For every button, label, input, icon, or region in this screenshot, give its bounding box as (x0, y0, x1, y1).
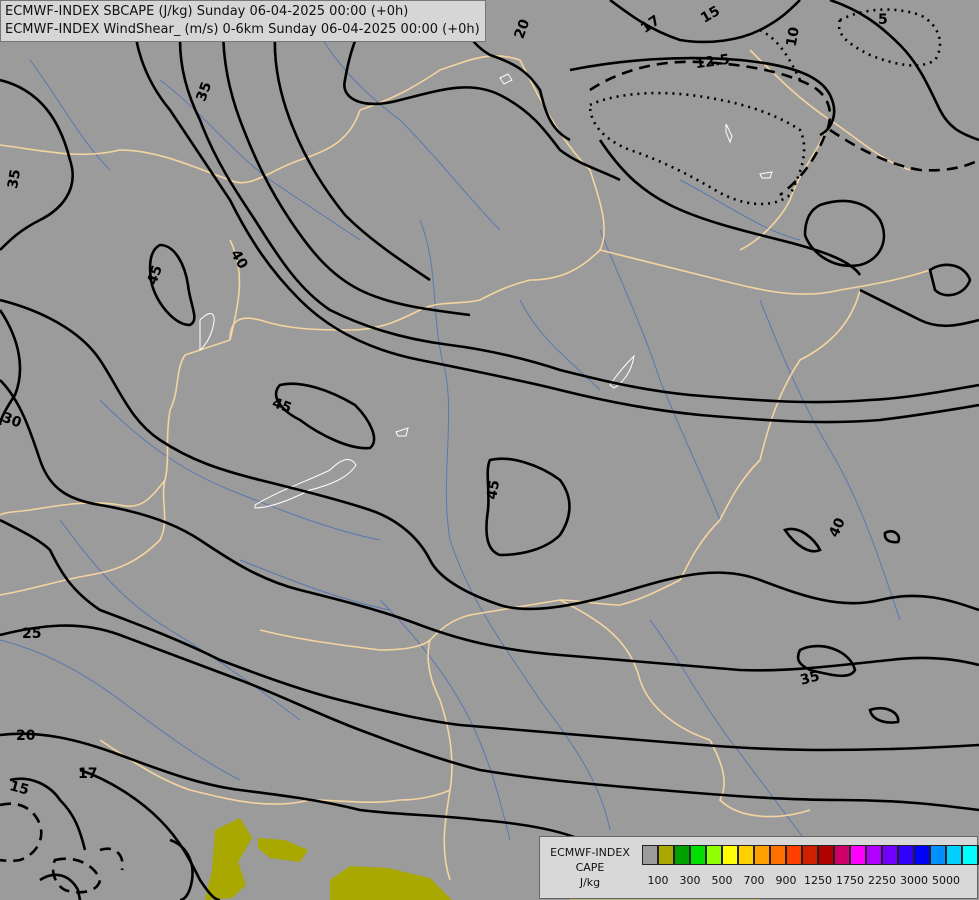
contour-label: 20 (16, 728, 36, 744)
legend-swatch (930, 845, 946, 865)
legend-swatch (770, 845, 786, 865)
legend-swatch (866, 845, 882, 865)
windshear-contours (0, 0, 979, 900)
legend-tick-label: 5000 (932, 874, 960, 887)
legend-swatch (850, 845, 866, 865)
lakes (199, 73, 773, 509)
legend-swatch (722, 845, 738, 865)
legend-tick-label: 900 (775, 874, 797, 887)
contour-label: 5 (878, 12, 888, 28)
legend-tick-label: 3000 (900, 874, 928, 887)
legend-tick-label: 1250 (804, 874, 832, 887)
legend-tick-label: 500 (711, 874, 733, 887)
cape-legend: ECMWF-INDEX CAPE J/kg 100 300 500 700 900 125… (539, 836, 979, 899)
contour-label: 17 (78, 766, 97, 782)
legend-swatch (754, 845, 770, 865)
legend-swatch (898, 845, 914, 865)
legend-swatch (914, 845, 930, 865)
rivers (0, 0, 901, 861)
cape-area-2 (258, 838, 308, 862)
legend-swatch (818, 845, 834, 865)
legend-ticks: 100 300 500 700 900 1250 1750 2250 3000 5000 (642, 874, 972, 890)
contour-label: 30 (0, 410, 24, 432)
cape-area-3 (330, 866, 452, 900)
contour-label: 35 (194, 80, 216, 104)
legend-swatch (706, 845, 722, 865)
map-header: ECMWF-INDEX SBCAPE (J/kg) Sunday 06-04-2… (0, 0, 486, 42)
contour-label: 40 (826, 515, 849, 540)
contour-label: 20 (512, 17, 534, 41)
weather-map: 20 17 15 5 10 12.5 35 35 40 45 45 45 30 … (0, 0, 979, 900)
legend-swatch (834, 845, 850, 865)
legend-tick-label: 300 (679, 874, 701, 887)
legend-swatch (962, 845, 978, 865)
contour-label: 12.5 (694, 52, 730, 73)
contour-label: 17 (638, 12, 663, 36)
legend-swatch (658, 845, 674, 865)
country-borders (0, 49, 931, 881)
legend-tick-label: 100 (647, 874, 669, 887)
legend-title-line: ECMWF-INDEX (550, 846, 630, 859)
legend-title-line: CAPE (575, 861, 605, 874)
legend-title: ECMWF-INDEX CAPE J/kg (542, 845, 638, 890)
legend-swatch (690, 845, 706, 865)
legend-swatch (786, 845, 802, 865)
contour-label: 35 (5, 168, 24, 190)
contour-label: 45 (144, 263, 166, 287)
contour-label: 15 (8, 778, 31, 798)
legend-title-line: J/kg (579, 876, 601, 889)
title-sbcape: ECMWF-INDEX SBCAPE (J/kg) Sunday 06-04-2… (5, 4, 409, 19)
legend-swatch (946, 845, 962, 865)
title-windshear: ECMWF-INDEX WindShear_ (m/s) 0-6km Sunda… (5, 22, 480, 37)
legend-swatch (738, 845, 754, 865)
contour-label: 45 (484, 479, 503, 501)
legend-swatch (802, 845, 818, 865)
cape-area-1 (205, 818, 252, 900)
legend-swatch (882, 845, 898, 865)
contour-label: 35 (798, 668, 821, 688)
contour-label: 10 (784, 26, 803, 48)
legend-swatch (674, 845, 690, 865)
contour-label: 40 (227, 247, 251, 272)
legend-tick-label: 2250 (868, 874, 896, 887)
windshear-dotted-contours (588, 8, 942, 206)
legend-tick-label: 1750 (836, 874, 864, 887)
legend-swatch (642, 845, 658, 865)
legend-tick-label: 700 (743, 874, 765, 887)
legend-swatches (642, 845, 979, 865)
contour-label: 25 (22, 626, 41, 642)
contour-label: 15 (698, 3, 723, 27)
